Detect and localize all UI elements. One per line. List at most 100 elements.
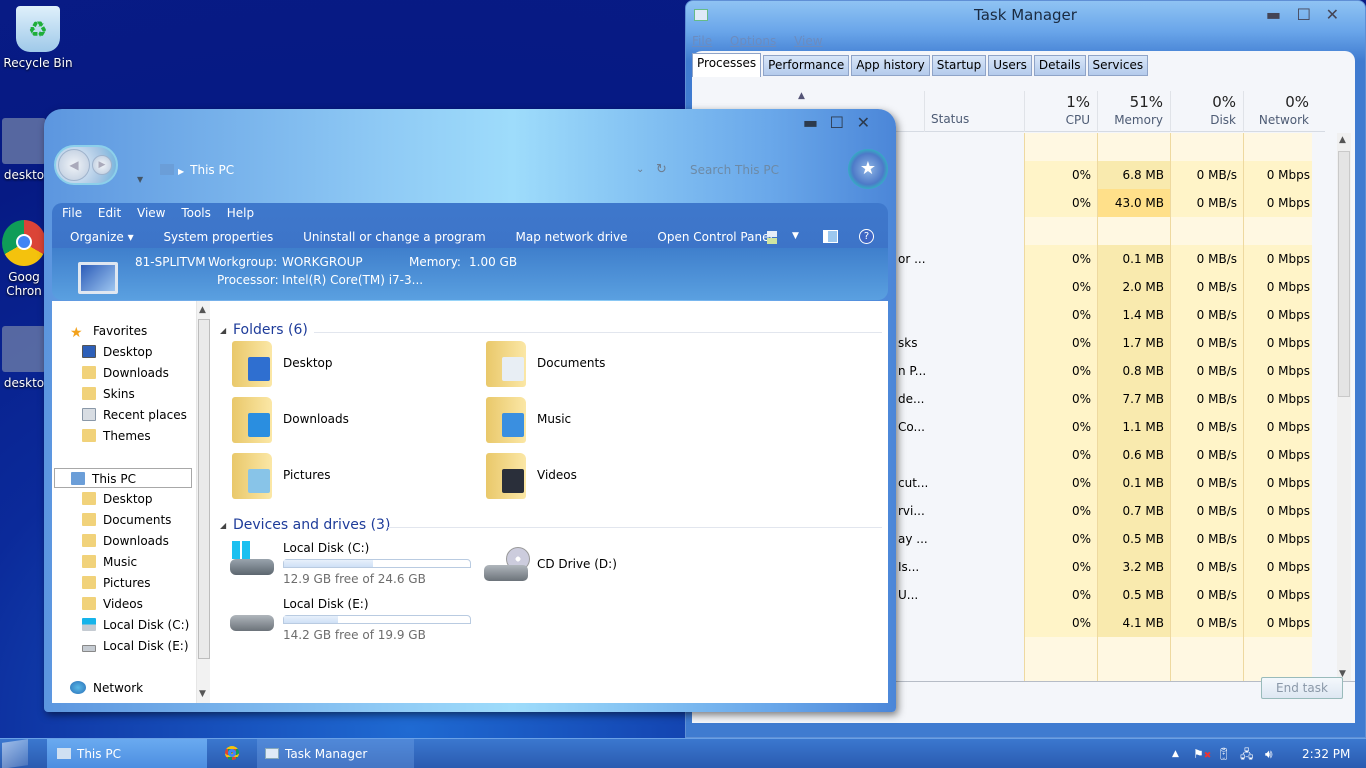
desktop-icon-recycle-bin[interactable]: ♻ Recycle Bin — [0, 6, 76, 70]
refresh-icon[interactable]: ↻ — [656, 162, 667, 177]
recent-locations-dropdown[interactable]: ▼ — [137, 175, 143, 184]
collapse-drives-icon[interactable]: ◢ — [220, 521, 226, 530]
scroll-up-icon[interactable]: ▲ — [1339, 135, 1346, 145]
nav-scrollbar[interactable]: ▲ ▼ — [196, 301, 210, 703]
collapse-folders-icon[interactable]: ◢ — [220, 326, 226, 335]
tab-services[interactable]: Services — [1087, 55, 1149, 76]
nav-pc-documents[interactable]: Documents — [82, 510, 171, 530]
column-disk[interactable]: 0% Disk — [1170, 91, 1243, 132]
change-view-icon[interactable] — [767, 231, 777, 244]
folder-downloads[interactable]: Downloads — [228, 397, 458, 447]
nav-fav-themes[interactable]: Themes — [82, 426, 151, 446]
column-network[interactable]: 0% Network — [1243, 91, 1316, 132]
map-network-drive-button[interactable]: Map network drive — [515, 230, 627, 244]
scroll-down-icon[interactable]: ▼ — [199, 689, 206, 699]
nav-fav-downloads[interactable]: Downloads — [82, 363, 169, 383]
drive-local-disk-c[interactable]: Local Disk (C:) 12.9 GB free of 24.6 GB — [228, 541, 478, 591]
tab-processes[interactable]: Processes — [692, 53, 762, 77]
power-icon[interactable]: 🔋︎ — [1216, 739, 1231, 768]
nav-network[interactable]: Network — [70, 678, 143, 698]
network-tray-icon[interactable]: 🖧 — [1240, 739, 1253, 768]
breadcrumb[interactable]: ▶ This PC — [160, 163, 234, 177]
nav-pc-pictures[interactable]: Pictures — [82, 573, 151, 593]
clock[interactable]: 2:32 PM — [1302, 739, 1350, 768]
taskbar-item-task-manager[interactable]: Task Manager — [257, 739, 414, 768]
menu-options[interactable]: Options — [730, 34, 776, 48]
start-button[interactable] — [2, 739, 28, 768]
view-dropdown-icon[interactable]: ▼ — [792, 231, 799, 241]
menu-file[interactable]: File — [692, 34, 712, 48]
folder-videos[interactable]: Videos — [482, 453, 712, 503]
nav-pc-desktop[interactable]: Desktop — [82, 489, 153, 509]
maximize-button[interactable]: ☐ — [1297, 5, 1311, 24]
nav-pc-downloads[interactable]: Downloads — [82, 531, 169, 551]
column-cpu[interactable]: 1% CPU — [1024, 91, 1097, 132]
scroll-thumb[interactable] — [1338, 151, 1350, 397]
menu-view[interactable]: View — [794, 34, 822, 48]
group-header-folders[interactable]: Folders (6) — [233, 322, 308, 338]
nav-fav-desktop[interactable]: Desktop — [82, 342, 153, 362]
folder-pictures[interactable]: Pictures — [228, 453, 458, 503]
nav-favorites[interactable]: ★ Favorites — [70, 321, 147, 341]
end-task-button[interactable]: End task — [1261, 677, 1343, 699]
back-button[interactable]: ◀ — [58, 149, 90, 181]
music-folder-icon — [486, 397, 526, 443]
scroll-thumb[interactable] — [198, 319, 210, 659]
action-center-flag-icon[interactable]: ⚑✖ — [1193, 739, 1211, 768]
column-status[interactable]: Status — [924, 91, 1024, 132]
taskbar-item-chrome[interactable] — [208, 739, 256, 768]
menu-file[interactable]: File — [62, 206, 82, 220]
nav-fav-recent-places[interactable]: Recent places — [82, 405, 187, 425]
minimize-button[interactable]: ▬ — [803, 113, 818, 132]
menu-edit[interactable]: Edit — [98, 206, 121, 220]
downloads-folder-icon — [82, 534, 96, 547]
volume-icon[interactable]: 🔊︎ — [1265, 739, 1273, 768]
cpu-cell — [1024, 133, 1097, 161]
memory-cell: 0.1 MB — [1097, 245, 1170, 273]
menu-view[interactable]: View — [137, 206, 165, 220]
maximize-button[interactable]: ☐ — [830, 113, 844, 132]
address-dropdown-icon[interactable]: ⌄ — [636, 164, 644, 175]
settings-file-icon — [2, 118, 46, 164]
uninstall-program-button[interactable]: Uninstall or change a program — [303, 230, 486, 244]
favorites-star-button[interactable]: ★ — [848, 149, 888, 189]
drive-local-disk-e[interactable]: Local Disk (E:) 14.2 GB free of 19.9 GB — [228, 597, 478, 647]
open-control-panel-button[interactable]: Open Control Panel — [657, 230, 772, 244]
tab-users[interactable]: Users — [988, 55, 1032, 76]
nav-pc-local-disk-e[interactable]: Local Disk (E:) — [82, 636, 189, 656]
organize-button[interactable]: Organize ▾ — [70, 230, 134, 244]
nav-fav-skins[interactable]: Skins — [82, 384, 135, 404]
menu-tools[interactable]: Tools — [181, 206, 211, 220]
folder-music[interactable]: Music — [482, 397, 712, 447]
folder-documents[interactable]: Documents — [482, 341, 712, 391]
tab-details[interactable]: Details — [1033, 55, 1086, 76]
network-cell: 0 Mbps — [1243, 385, 1312, 413]
group-header-drives[interactable]: Devices and drives (3) — [233, 517, 390, 533]
tab-app-history[interactable]: App history — [851, 55, 930, 76]
show-hidden-icons-button[interactable]: ▲ — [1172, 739, 1179, 768]
forward-button[interactable]: ▶ — [92, 155, 112, 175]
nav-this-pc[interactable]: This PC — [54, 468, 192, 488]
help-icon[interactable]: ? — [859, 229, 874, 244]
close-button[interactable]: ✕ — [1326, 5, 1339, 24]
nav-pc-videos[interactable]: Videos — [82, 594, 143, 614]
minimize-button[interactable]: ▬ — [1266, 5, 1281, 24]
scroll-up-icon[interactable]: ▲ — [199, 305, 206, 315]
taskbar-item-this-pc[interactable]: This PC — [47, 739, 207, 768]
tab-startup[interactable]: Startup — [931, 55, 987, 76]
vertical-scrollbar[interactable]: ▲ ▼ — [1337, 133, 1351, 681]
column-memory[interactable]: 51% Memory — [1097, 91, 1170, 132]
preview-pane-icon[interactable] — [823, 230, 838, 243]
drive-cd-d[interactable]: CD Drive (D:) — [482, 541, 682, 591]
system-properties-button[interactable]: System properties — [163, 230, 273, 244]
nav-pc-local-disk-c[interactable]: Local Disk (C:) — [82, 615, 189, 635]
nav-pc-music[interactable]: Music — [82, 552, 137, 572]
menu-help[interactable]: Help — [227, 206, 254, 220]
search-input[interactable]: Search This PC — [690, 163, 779, 177]
cpu-cell: 0% — [1024, 385, 1097, 413]
folder-desktop[interactable]: Desktop — [228, 341, 458, 391]
window-title: Task Manager — [974, 6, 1077, 24]
tab-performance[interactable]: Performance — [763, 55, 850, 76]
close-button[interactable]: ✕ — [857, 113, 870, 132]
computer-icon — [78, 262, 118, 294]
